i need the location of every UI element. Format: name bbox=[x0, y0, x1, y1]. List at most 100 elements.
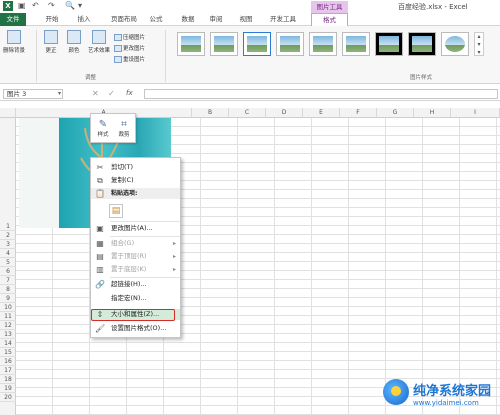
row-header[interactable]: 16 bbox=[0, 357, 16, 366]
watermark-logo-icon bbox=[383, 379, 409, 405]
tab-page-layout[interactable]: 页面布局 bbox=[104, 13, 144, 26]
name-box-dropdown-icon[interactable]: ▾ bbox=[58, 90, 61, 97]
menu-item-cut[interactable]: ✂ 剪切(T) bbox=[91, 162, 180, 173]
color-button[interactable]: 颜色 bbox=[63, 30, 85, 54]
menu-item-send-to-back[interactable]: ▥ 置于底层(K) ▸ bbox=[91, 264, 180, 275]
row-header[interactable]: 10 bbox=[0, 303, 16, 312]
row-header[interactable]: 14 bbox=[0, 339, 16, 348]
menu-item-assign-macro[interactable]: 指定宏(N)... bbox=[91, 293, 180, 304]
picture-style-3[interactable] bbox=[243, 32, 271, 56]
picture-style-9[interactable] bbox=[441, 32, 469, 56]
menu-item-hyperlink[interactable]: 🔗 超链接(H)... bbox=[91, 279, 180, 290]
menu-item-bring-to-front[interactable]: ▤ 置于顶层(R) ▸ bbox=[91, 251, 180, 262]
row-header[interactable]: 3 bbox=[0, 240, 16, 249]
enter-icon[interactable]: ✓ bbox=[108, 89, 115, 98]
menu-item-group[interactable]: ▦ 组合(G) ▸ bbox=[91, 238, 180, 249]
picture-style-5[interactable] bbox=[309, 32, 337, 56]
select-all-corner[interactable] bbox=[0, 108, 16, 118]
row-header[interactable]: 2 bbox=[0, 231, 16, 240]
paste-icon: 📋 bbox=[95, 189, 105, 198]
row-header[interactable]: 18 bbox=[0, 375, 16, 384]
picture-style-6[interactable] bbox=[342, 32, 370, 56]
reset-picture-button[interactable]: 重设图片 bbox=[114, 55, 145, 63]
crop-label: 裁剪 bbox=[118, 132, 130, 138]
paste-button[interactable]: ▤ bbox=[109, 204, 123, 218]
picture-style-8[interactable] bbox=[408, 32, 436, 56]
undo-icon[interactable]: ↶ bbox=[32, 1, 39, 10]
picture-style-2[interactable] bbox=[210, 32, 238, 56]
compress-pictures-button[interactable]: 压缩图片 bbox=[114, 33, 145, 41]
tab-developer[interactable]: 开发工具 bbox=[263, 13, 303, 26]
submenu-arrow-icon: ▸ bbox=[172, 266, 176, 273]
excel-logo-icon: X bbox=[3, 1, 13, 11]
column-header-e[interactable]: E bbox=[303, 108, 340, 118]
picture-style-4[interactable] bbox=[276, 32, 304, 56]
bring-to-front-icon: ▤ bbox=[96, 252, 104, 261]
row-header[interactable]: 20 bbox=[0, 393, 16, 402]
tab-file[interactable]: 文件 bbox=[0, 13, 26, 26]
row-header[interactable]: 9 bbox=[0, 294, 16, 303]
menu-item-label: 组合(G) bbox=[111, 239, 135, 247]
tab-review[interactable]: 审阅 bbox=[203, 13, 229, 26]
corrections-button[interactable]: 更正 bbox=[40, 30, 62, 54]
tab-format[interactable]: 格式 bbox=[311, 13, 348, 26]
tab-home[interactable]: 开始 bbox=[38, 13, 66, 26]
menu-item-copy[interactable]: ⧉ 复制(C) bbox=[91, 175, 180, 186]
column-header-c[interactable]: C bbox=[229, 108, 266, 118]
crop-button[interactable]: ⌗ 裁剪 bbox=[114, 119, 134, 138]
row-header[interactable]: 8 bbox=[0, 285, 16, 294]
qat-dropdown-icon[interactable]: ▾ bbox=[78, 1, 82, 10]
corrections-icon bbox=[44, 30, 58, 44]
column-header-i[interactable]: I bbox=[451, 108, 500, 118]
style-button[interactable]: ✎ 样式 bbox=[93, 119, 113, 138]
redo-icon[interactable]: ↷ bbox=[48, 1, 55, 10]
cancel-icon[interactable]: ✕ bbox=[92, 89, 99, 98]
column-header-d[interactable]: D bbox=[266, 108, 303, 118]
row-header[interactable]: 17 bbox=[0, 366, 16, 375]
row-header[interactable]: 12 bbox=[0, 321, 16, 330]
menu-section-label: 粘贴选项: bbox=[111, 190, 138, 197]
tab-formulas[interactable]: 公式 bbox=[143, 13, 169, 26]
row-header[interactable]: 1 bbox=[0, 222, 16, 231]
change-picture-icon bbox=[114, 45, 122, 52]
row-header[interactable]: 13 bbox=[0, 330, 16, 339]
artistic-effects-icon bbox=[92, 30, 106, 44]
menu-item-change-picture[interactable]: ▣ 更改图片(A)... bbox=[91, 223, 180, 234]
row-header[interactable]: 4 bbox=[0, 249, 16, 258]
group-icon: ▦ bbox=[96, 239, 104, 248]
column-header-g[interactable]: G bbox=[377, 108, 414, 118]
mini-toolbar: ✎ 样式 ⌗ 裁剪 bbox=[90, 113, 136, 143]
print-preview-icon[interactable]: 🔍 bbox=[65, 1, 75, 10]
formula-input[interactable] bbox=[144, 89, 498, 99]
picture-style-1[interactable] bbox=[177, 32, 205, 56]
scissors-icon: ✂ bbox=[96, 163, 104, 172]
styles-scroll[interactable]: ▴ ▾ ▾ bbox=[474, 32, 484, 56]
save-icon[interactable]: ▣ bbox=[18, 1, 26, 10]
submenu-arrow-icon: ▸ bbox=[172, 253, 176, 260]
tab-view[interactable]: 视图 bbox=[233, 13, 259, 26]
row-header[interactable]: 5 bbox=[0, 258, 16, 267]
column-header-h[interactable]: H bbox=[414, 108, 451, 118]
artistic-effects-button[interactable]: 艺术效果 bbox=[86, 30, 112, 54]
row-header[interactable]: 19 bbox=[0, 384, 16, 393]
watermark-url: www.yidaimei.com bbox=[413, 399, 479, 407]
change-picture-button[interactable]: 更改图片 bbox=[114, 44, 145, 52]
name-box[interactable]: 图片 3 bbox=[3, 89, 63, 99]
column-header-b[interactable]: B bbox=[192, 108, 229, 118]
column-header-f[interactable]: F bbox=[340, 108, 377, 118]
insert-function-button[interactable]: fx bbox=[126, 89, 133, 97]
row-header[interactable]: 11 bbox=[0, 312, 16, 321]
menu-item-format-picture[interactable]: 🖌 设置图片格式(O)... bbox=[91, 323, 180, 334]
change-picture-icon: ▣ bbox=[96, 224, 104, 233]
picture-style-7[interactable] bbox=[375, 32, 403, 56]
remove-background-button[interactable]: 删除背景 bbox=[3, 30, 25, 54]
row-header[interactable]: 6 bbox=[0, 267, 16, 276]
row-header[interactable]: 7 bbox=[0, 276, 16, 285]
window-title: 百度经验.xlsx - Excel bbox=[398, 3, 468, 11]
menu-separator bbox=[110, 221, 180, 222]
tab-data[interactable]: 数据 bbox=[175, 13, 201, 26]
tab-insert[interactable]: 插入 bbox=[70, 13, 98, 26]
highlight-annotation bbox=[91, 309, 175, 321]
color-label: 颜色 bbox=[68, 48, 80, 54]
row-header[interactable]: 15 bbox=[0, 348, 16, 357]
